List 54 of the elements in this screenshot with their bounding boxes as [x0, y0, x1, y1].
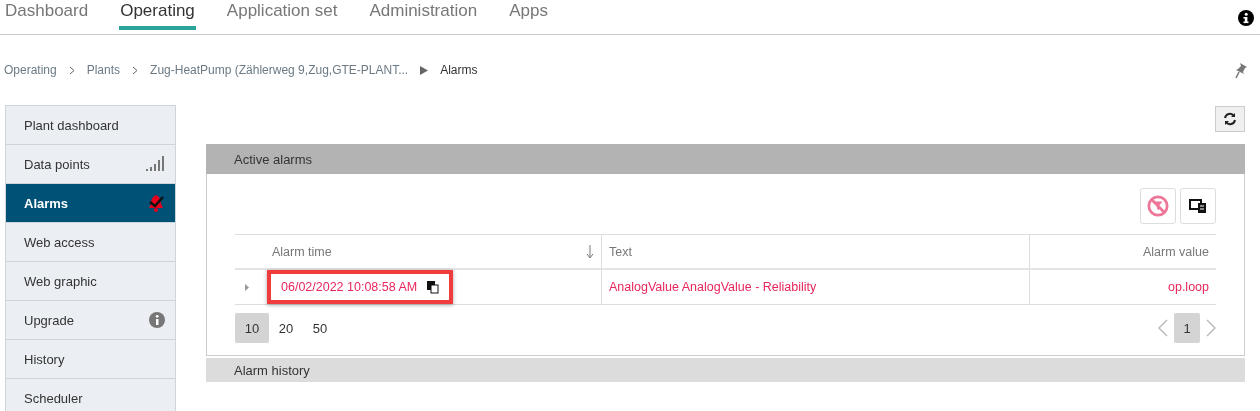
sidebar-label: Alarms	[24, 195, 69, 211]
filter-off-icon	[1147, 194, 1169, 218]
sidebar-item[interactable]: Plant dashboard	[6, 106, 175, 145]
sidebar-label: Web graphic	[24, 273, 97, 289]
info-icon[interactable]	[1238, 10, 1254, 26]
sidebar-label: Web access	[24, 234, 95, 250]
panel-title: Active alarms	[234, 151, 313, 167]
nav-tab[interactable]: Application set	[225, 0, 339, 30]
expand-icon[interactable]	[245, 283, 249, 291]
bell-check-icon	[147, 194, 165, 212]
refresh-button[interactable]	[1215, 106, 1245, 132]
sidebar-label: Data points	[24, 156, 90, 172]
alarm-time-cell: 06/02/2022 10:08:58 AM	[267, 270, 454, 304]
info-icon	[149, 312, 165, 328]
copy-icon[interactable]	[427, 280, 440, 294]
breadcrumb-link[interactable]: Zug-HeatPump (Zählerweg 9,Zug,GTE-PLANT...	[150, 63, 409, 77]
panel-header[interactable]: Active alarms	[206, 144, 1245, 174]
page-button[interactable]: 1	[1174, 313, 1200, 343]
sidebar-item[interactable]: Web access	[6, 223, 175, 262]
panel-header[interactable]: Alarm history	[206, 358, 1245, 382]
nav-tab[interactable]: Apps	[508, 0, 549, 30]
sidebar-item[interactable]: Alarms	[6, 184, 175, 223]
panel-title: Alarm history	[234, 362, 310, 378]
sidebar-item[interactable]: Web graphic	[6, 262, 175, 301]
sort-down-icon	[586, 244, 594, 259]
nav-tab[interactable]: Operating	[119, 0, 196, 30]
sidebar-label: Scheduler	[24, 390, 83, 406]
sidebar-label: Upgrade	[24, 312, 74, 328]
breadcrumb-link[interactable]: Plants	[86, 63, 121, 77]
page-size-button[interactable]: 20	[269, 313, 303, 343]
column-header[interactable]: Alarm value	[1029, 235, 1216, 270]
alarm-value-cell: op.loop	[1029, 270, 1216, 305]
refresh-icon	[1223, 112, 1237, 126]
alarm-text-cell: AnalogValue AnalogValue - Reliability	[601, 270, 1029, 305]
page-size-button[interactable]: 10	[235, 313, 269, 343]
breadcrumb-link[interactable]: Operating	[4, 63, 57, 77]
column-header[interactable]: Alarm time	[235, 235, 601, 270]
sidebar-label: Plant dashboard	[24, 117, 119, 133]
signal-icon	[145, 156, 165, 172]
sidebar-item[interactable]: Scheduler	[6, 379, 175, 411]
breadcrumb-link[interactable]: Alarms	[440, 63, 478, 77]
chevron-right-icon	[68, 65, 75, 75]
nav-tab[interactable]: Dashboard	[4, 0, 90, 30]
sidebar-label: History	[24, 351, 65, 367]
triangle-right-icon	[420, 65, 429, 75]
page-size-button[interactable]: 50	[303, 313, 337, 343]
pin-icon[interactable]	[1234, 61, 1248, 79]
columns-button[interactable]	[1180, 188, 1216, 224]
sidebar-item[interactable]: Upgrade	[6, 301, 175, 340]
sidebar-item[interactable]: History	[6, 340, 175, 379]
chevron-right-icon	[132, 65, 139, 75]
column-header[interactable]: Text	[601, 235, 1029, 270]
columns-icon	[1189, 198, 1207, 214]
nav-tab[interactable]: Administration	[368, 0, 479, 30]
